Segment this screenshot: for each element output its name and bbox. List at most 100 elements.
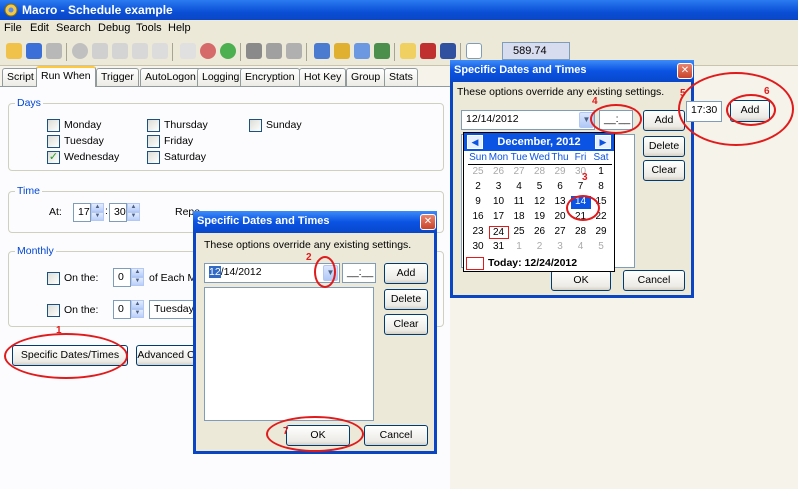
dialog-titlebar[interactable]: Specific Dates and Times — [193, 211, 437, 233]
calendar-day[interactable]: 26 — [530, 226, 550, 239]
tab-run-when[interactable]: Run When — [36, 66, 96, 87]
calendar-day[interactable]: 29 — [591, 226, 611, 239]
tab-trigger[interactable]: Trigger — [96, 68, 139, 86]
clear-button[interactable]: Clear — [643, 160, 685, 181]
ok-button[interactable]: OK — [551, 270, 611, 291]
date-picker[interactable]: 12/14/2012 — [461, 110, 595, 130]
monthly-row1-input[interactable]: 0 — [113, 268, 131, 287]
tab-script[interactable]: Script — [2, 68, 39, 86]
calendar-day[interactable]: 27 — [550, 226, 570, 239]
calendar-day[interactable]: 16 — [468, 211, 488, 224]
capture-icon[interactable] — [314, 43, 330, 59]
menu-file[interactable]: File — [4, 22, 22, 34]
calendar-next-icon[interactable]: ▶ — [595, 135, 611, 149]
tab-hot-key[interactable]: Hot Key — [299, 68, 347, 86]
macro-icon[interactable] — [420, 43, 436, 59]
calendar-day[interactable]: 1 — [509, 241, 529, 254]
clear-button[interactable]: Clear — [384, 314, 428, 335]
edit-icon[interactable] — [354, 43, 370, 59]
calendar-today[interactable]: Today: 12/24/2012 — [488, 257, 577, 269]
monday-checkbox[interactable] — [47, 119, 60, 132]
calendar-day[interactable]: 6 — [550, 181, 570, 194]
find-next-icon[interactable] — [266, 43, 282, 59]
add-button[interactable]: Add — [384, 263, 428, 284]
save-icon[interactable] — [26, 43, 42, 59]
find-icon[interactable] — [246, 43, 262, 59]
help-icon[interactable] — [440, 43, 456, 59]
minute-input[interactable]: 30 — [109, 203, 127, 222]
calendar-day[interactable]: 31 — [489, 241, 509, 254]
tab-stats[interactable]: Stats — [384, 68, 418, 86]
tools-icon[interactable] — [374, 43, 390, 59]
tab-autologon[interactable]: AutoLogon — [140, 68, 201, 86]
calendar-day[interactable]: 9 — [468, 196, 488, 209]
calendar-day[interactable]: 4 — [571, 241, 591, 254]
calendar-day[interactable]: 28 — [571, 226, 591, 239]
tuesday-checkbox[interactable] — [47, 135, 60, 148]
friday-checkbox[interactable] — [147, 135, 160, 148]
monthly-row1-checkbox[interactable] — [47, 272, 60, 285]
calendar-day[interactable]: 25 — [468, 166, 488, 179]
menu-edit[interactable]: Edit — [30, 22, 49, 34]
calendar-day[interactable]: 11 — [509, 196, 529, 209]
cancel-button[interactable]: Cancel — [623, 270, 685, 291]
calendar-day[interactable]: 29 — [550, 166, 570, 179]
close-icon[interactable]: ✕ — [677, 63, 693, 79]
copy-icon[interactable] — [112, 43, 128, 59]
hour-input[interactable]: 17 — [73, 203, 91, 222]
play-icon[interactable] — [220, 43, 236, 59]
calendar-day[interactable]: 4 — [509, 181, 529, 194]
menu-tools[interactable]: Tools — [136, 22, 162, 34]
time-input[interactable]: __:__ — [342, 263, 376, 283]
monthly-row2-day-select[interactable]: Tuesday — [149, 300, 195, 319]
compile-icon[interactable] — [334, 43, 350, 59]
saturday-checkbox[interactable] — [147, 151, 160, 164]
dropdown-icon[interactable] — [466, 43, 482, 59]
monthly-row1-spinner[interactable]: ▲ ▼ — [131, 268, 144, 287]
calendar-day[interactable]: 17 — [489, 211, 509, 224]
wednesday-checkbox[interactable]: ✓ — [47, 151, 60, 164]
calendar-day[interactable]: 24 — [488, 226, 509, 239]
calendar-day[interactable]: 8 — [591, 181, 611, 194]
record-icon[interactable] — [72, 43, 88, 59]
advanced-button[interactable]: Advanced C — [136, 345, 196, 366]
dates-list[interactable] — [204, 287, 374, 421]
calendar-day[interactable]: 1 — [591, 166, 611, 179]
minute-spinner[interactable]: ▲ ▼ — [127, 203, 140, 222]
undo-icon[interactable] — [180, 43, 196, 59]
menu-help[interactable]: Help — [168, 22, 191, 34]
calendar-day[interactable]: 5 — [591, 241, 611, 254]
delete-button[interactable]: Delete — [384, 289, 428, 310]
stop-icon[interactable] — [200, 43, 216, 59]
cut-icon[interactable] — [92, 43, 108, 59]
tab-encryption[interactable]: Encryption — [240, 68, 300, 86]
calendar-day[interactable]: 28 — [530, 166, 550, 179]
open-icon[interactable] — [6, 43, 22, 59]
hour-spinner[interactable]: ▲ ▼ — [91, 203, 104, 222]
replace-icon[interactable] — [286, 43, 302, 59]
sunday-checkbox[interactable] — [249, 119, 262, 132]
calendar-day[interactable]: 5 — [530, 181, 550, 194]
close-icon[interactable]: ✕ — [420, 214, 436, 230]
print-icon[interactable] — [46, 43, 62, 59]
calendar-day[interactable]: 19 — [530, 211, 550, 224]
monthly-row2-checkbox[interactable] — [47, 304, 60, 317]
calendar-day[interactable]: 2 — [530, 241, 550, 254]
hint-icon[interactable] — [400, 43, 416, 59]
tab-logging[interactable]: Logging — [197, 68, 245, 86]
calendar-day[interactable]: 2 — [468, 181, 488, 194]
cancel-button[interactable]: Cancel — [364, 425, 428, 446]
calendar-day[interactable]: 3 — [489, 181, 509, 194]
dialog-titlebar[interactable]: Specific Dates and Times — [450, 60, 694, 82]
delete-button[interactable]: Delete — [643, 136, 685, 157]
calendar-day[interactable]: 18 — [509, 211, 529, 224]
calendar-prev-icon[interactable]: ◀ — [467, 135, 483, 149]
calendar-day[interactable]: 27 — [509, 166, 529, 179]
paste-icon[interactable] — [132, 43, 148, 59]
thursday-checkbox[interactable] — [147, 119, 160, 132]
menu-search[interactable]: Search — [56, 22, 91, 34]
calendar-day[interactable]: 26 — [489, 166, 509, 179]
monthly-row2-spinner[interactable]: ▲ ▼ — [131, 300, 144, 319]
toolbar-field[interactable]: 589.74 — [502, 42, 570, 60]
tab-group[interactable]: Group — [346, 68, 386, 86]
